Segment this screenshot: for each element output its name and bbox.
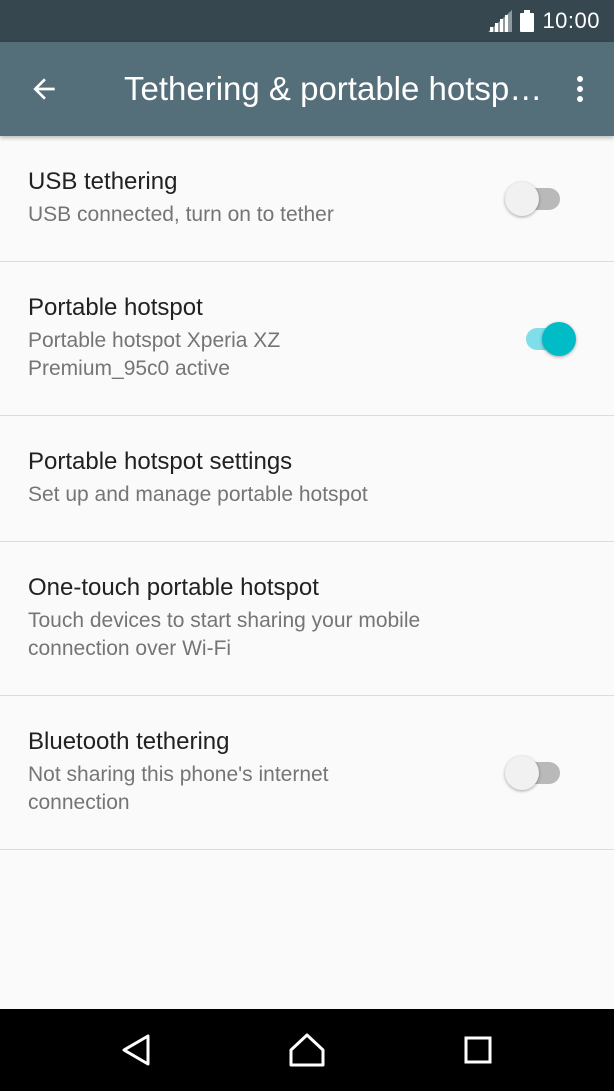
setting-one-touch-hotspot[interactable]: One-touch portable hotspot Touch devices… <box>0 542 614 696</box>
setting-title: One-touch portable hotspot <box>28 574 319 601</box>
setting-portable-hotspot-settings[interactable]: Portable hotspot settings Set up and man… <box>0 416 614 542</box>
arrow-back-icon <box>33 78 55 100</box>
signal-icon <box>488 10 513 32</box>
bluetooth-tethering-toggle[interactable] <box>505 753 565 793</box>
battery-icon <box>520 10 535 32</box>
more-vert-icon <box>577 76 583 102</box>
status-icons: 10:00 <box>488 0 600 42</box>
setting-subtitle: Touch devices to start sharing your mobi… <box>28 609 421 660</box>
settings-list: USB tethering USB connected, turn on to … <box>0 136 614 850</box>
nav-back-button[interactable] <box>108 1022 164 1078</box>
setting-subtitle: Not sharing this phone's internet connec… <box>28 763 329 814</box>
nav-home-button[interactable] <box>279 1022 335 1078</box>
portable-hotspot-toggle[interactable] <box>516 319 576 359</box>
setting-bluetooth-tethering[interactable]: Bluetooth tethering Not sharing this pho… <box>0 696 614 850</box>
setting-title: Portable hotspot <box>28 294 203 321</box>
setting-title: Bluetooth tethering <box>28 728 230 755</box>
more-options-button[interactable] <box>560 65 600 113</box>
status-bar: 10:00 <box>0 0 614 42</box>
setting-subtitle: Set up and manage portable hotspot <box>28 483 368 506</box>
home-icon <box>289 1033 325 1067</box>
back-button[interactable] <box>20 65 68 113</box>
system-nav-bar <box>0 1009 614 1091</box>
setting-title: Portable hotspot settings <box>28 448 293 475</box>
back-triangle-icon <box>122 1034 150 1066</box>
setting-portable-hotspot[interactable]: Portable hotspot Portable hotspot Xperia… <box>0 262 614 416</box>
setting-subtitle: USB connected, turn on to tether <box>28 203 334 226</box>
nav-recents-button[interactable] <box>450 1022 506 1078</box>
page-title: Tethering & portable hotspots <box>124 70 544 107</box>
setting-title: USB tethering <box>28 168 178 195</box>
setting-usb-tethering[interactable]: USB tethering USB connected, turn on to … <box>0 136 614 262</box>
status-time: 10:00 <box>542 8 600 33</box>
usb-tethering-toggle[interactable] <box>505 179 565 219</box>
setting-subtitle: Portable hotspot Xperia XZ Premium_95c0 … <box>28 329 281 380</box>
app-bar: Tethering & portable hotspots <box>0 42 614 136</box>
recents-icon <box>464 1036 492 1064</box>
